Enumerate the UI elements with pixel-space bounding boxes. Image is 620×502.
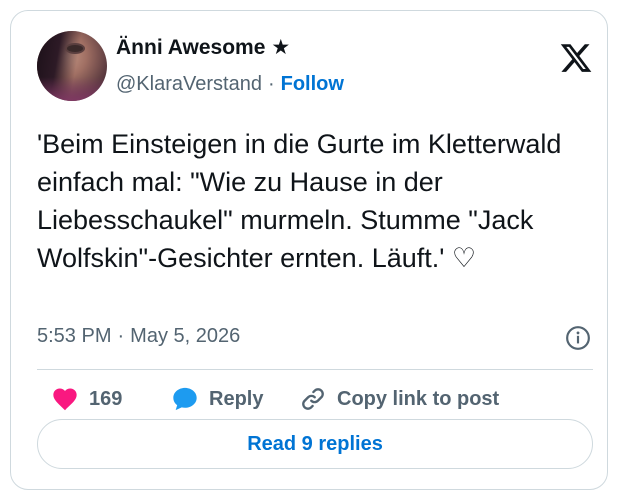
reply-label: Reply: [209, 387, 264, 410]
author-display-name[interactable]: Änni Awesome: [116, 36, 265, 60]
info-icon[interactable]: [565, 325, 591, 351]
like-count: 169: [89, 387, 123, 410]
avatar-eye: [67, 45, 83, 52]
timestamp-separator: ·: [117, 325, 125, 347]
star-badge-icon: ★: [271, 36, 291, 59]
reply-button[interactable]: Reply: [171, 383, 263, 415]
actions-divider: [37, 369, 593, 370]
copy-link-label: Copy link to post: [337, 387, 500, 410]
embedded-post-card: Änni Awesome ★ @KlaraVerstand · Follow '…: [10, 10, 608, 490]
post-time[interactable]: 5:53 PM: [37, 325, 111, 348]
author-name-row[interactable]: Änni Awesome ★: [116, 35, 290, 60]
avatar-shade: [37, 77, 107, 101]
post-timestamp[interactable]: 5:53 PM · May 5, 2026: [37, 325, 240, 348]
copy-link-button[interactable]: Copy link to post: [299, 383, 499, 415]
author-handle[interactable]: @KlaraVerstand: [116, 73, 262, 96]
post-actions: 169 Reply Copy link to post: [37, 383, 593, 415]
follow-button[interactable]: Follow: [281, 73, 344, 96]
link-icon: [302, 388, 324, 410]
reply-bubble-icon: [173, 387, 197, 411]
read-replies-button[interactable]: Read 9 replies: [37, 419, 593, 469]
x-logo-icon[interactable]: [559, 41, 593, 75]
author-avatar[interactable]: [37, 31, 107, 101]
post-text: 'Beim Einsteigen in die Gurte im Kletter…: [37, 129, 569, 273]
like-button[interactable]: 169: [51, 383, 122, 415]
handle-separator: ·: [267, 73, 275, 95]
author-handle-row: @KlaraVerstand · Follow: [116, 73, 344, 96]
heart-icon: [53, 388, 77, 411]
post-date[interactable]: May 5, 2026: [130, 325, 240, 348]
